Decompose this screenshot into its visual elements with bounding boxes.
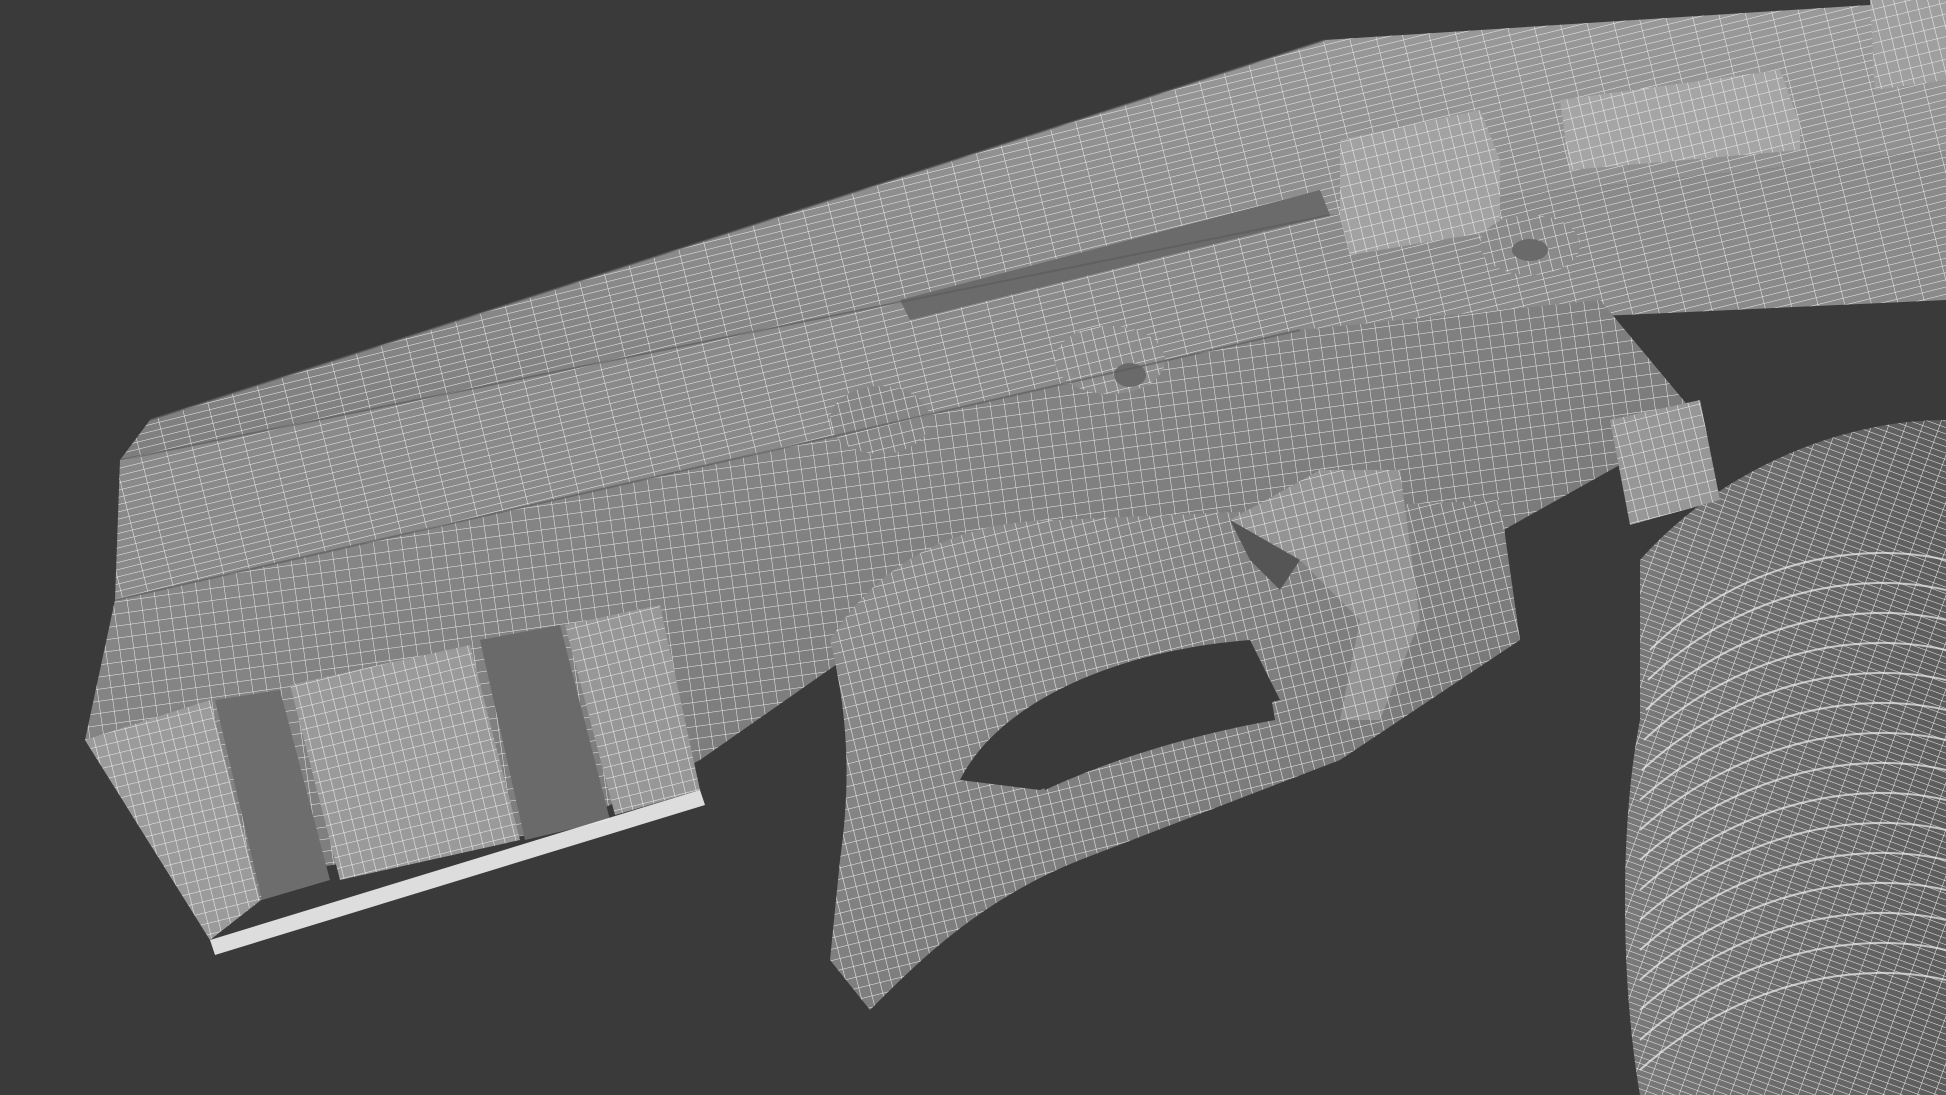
grip [1625, 420, 1946, 1095]
render-viewport [0, 0, 1946, 1095]
pistol-model-render [85, 0, 1946, 1095]
trigger-guard [830, 500, 1520, 1010]
